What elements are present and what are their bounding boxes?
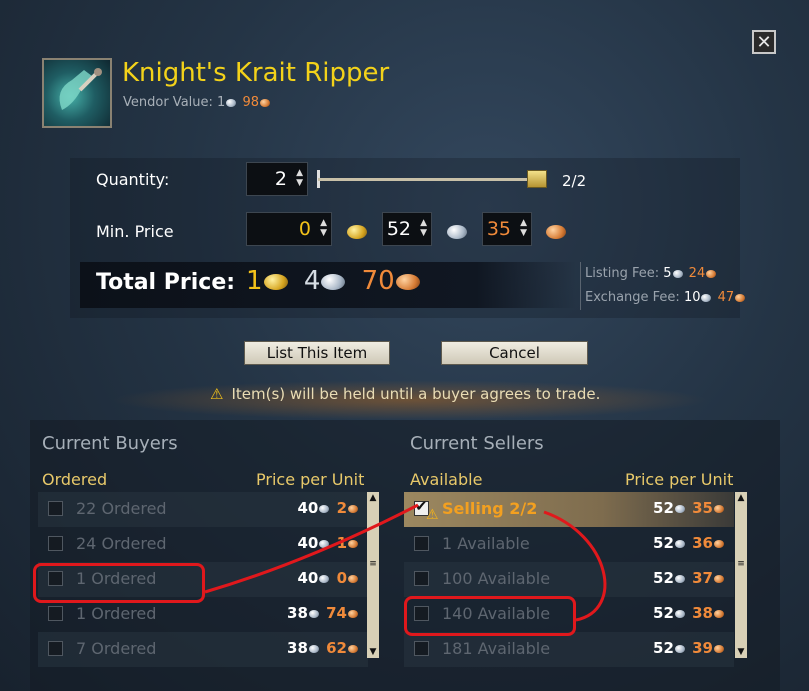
annotation-arrows [204,503,607,622]
annotation-arrow-buyer [204,503,419,594]
annotation-arrow-seller [543,510,607,622]
trading-post-sell-window: ✕ Knight's Krait Ripper Vendor Value: 1 … [0,0,809,691]
